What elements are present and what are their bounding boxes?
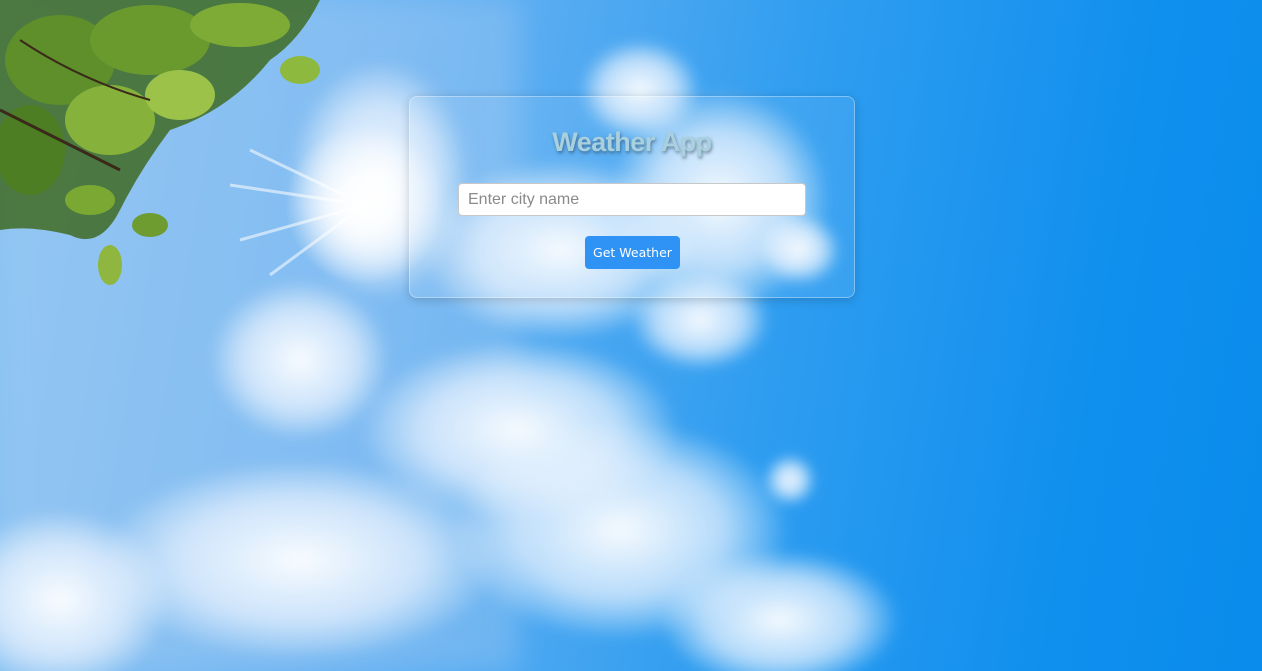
app-title: Weather App [552, 127, 712, 157]
city-input[interactable] [458, 183, 806, 216]
get-weather-button[interactable]: Get Weather [585, 236, 680, 269]
weather-card: Weather App Get Weather [409, 96, 855, 298]
